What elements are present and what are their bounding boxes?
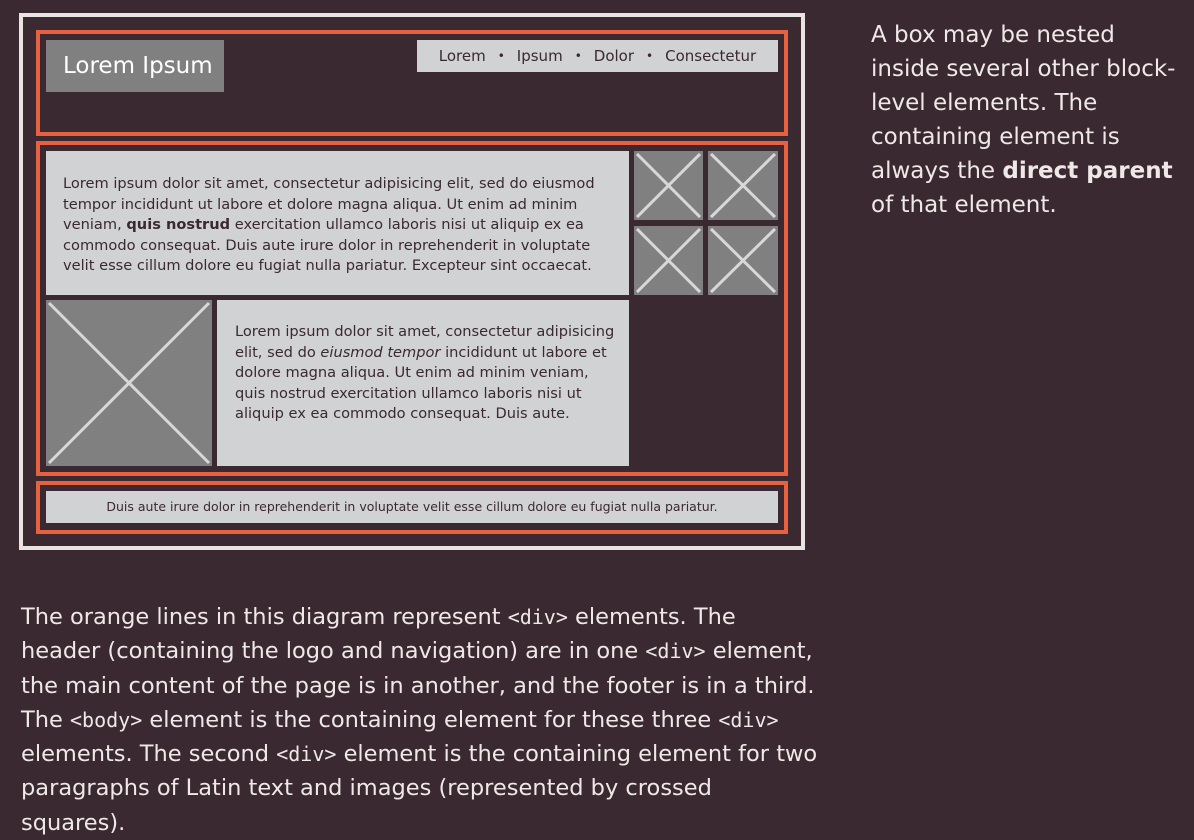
nav-separator: • [497, 49, 505, 63]
image-placeholder-thumb-2 [708, 151, 778, 220]
crossed-square-icon [709, 227, 777, 294]
navigation-bar: Lorem • Ipsum • Dolor • Consectetur [417, 40, 778, 72]
nav-item-dolor: Dolor [593, 47, 635, 65]
crossed-square-icon [47, 301, 211, 465]
image-placeholder-thumb-4 [708, 226, 778, 295]
side-note-text-end: of that element. [871, 192, 1057, 218]
caption-text: element is the containing element for th… [142, 706, 719, 733]
caption-text: The orange lines in this diagram represe… [21, 604, 508, 630]
caption-code-body: <body> [70, 707, 143, 732]
image-placeholder-large [46, 300, 212, 466]
crossed-square-icon [635, 227, 702, 294]
paragraph-2: Lorem ipsum dolor sit amet, consectetur … [217, 300, 629, 466]
nav-separator: • [574, 49, 582, 63]
paragraph-1: Lorem ipsum dolor sit amet, consectetur … [46, 151, 629, 295]
caption-code-div: <div> [718, 707, 779, 732]
caption-text: elements. The second [21, 741, 277, 768]
side-note: A box may be nested inside several other… [871, 18, 1189, 222]
image-placeholder-thumb-1 [634, 151, 703, 220]
nav-separator: • [646, 49, 654, 63]
nav-item-consectetur: Consectetur [665, 47, 757, 65]
caption-code-div: <div> [507, 605, 568, 629]
footer-text: Duis aute irure dolor in reprehenderit i… [46, 491, 778, 523]
crossed-square-icon [635, 152, 702, 219]
paragraph-1-bold-text: quis nostrud [126, 216, 231, 233]
caption-code-div: <div> [276, 742, 337, 767]
crossed-square-icon [709, 152, 777, 219]
nav-item-ipsum: Ipsum [516, 47, 563, 65]
side-note-bold-text: direct parent [1002, 158, 1173, 184]
paragraph-2-italic-text: eiusmod tempor [320, 343, 441, 361]
caption-code-div: <div> [645, 639, 706, 664]
nav-item-lorem: Lorem [438, 47, 486, 65]
logo: Lorem Ipsum [46, 40, 224, 92]
diagram-caption: The orange lines in this diagram represe… [21, 600, 821, 840]
image-placeholder-thumb-3 [634, 226, 703, 295]
